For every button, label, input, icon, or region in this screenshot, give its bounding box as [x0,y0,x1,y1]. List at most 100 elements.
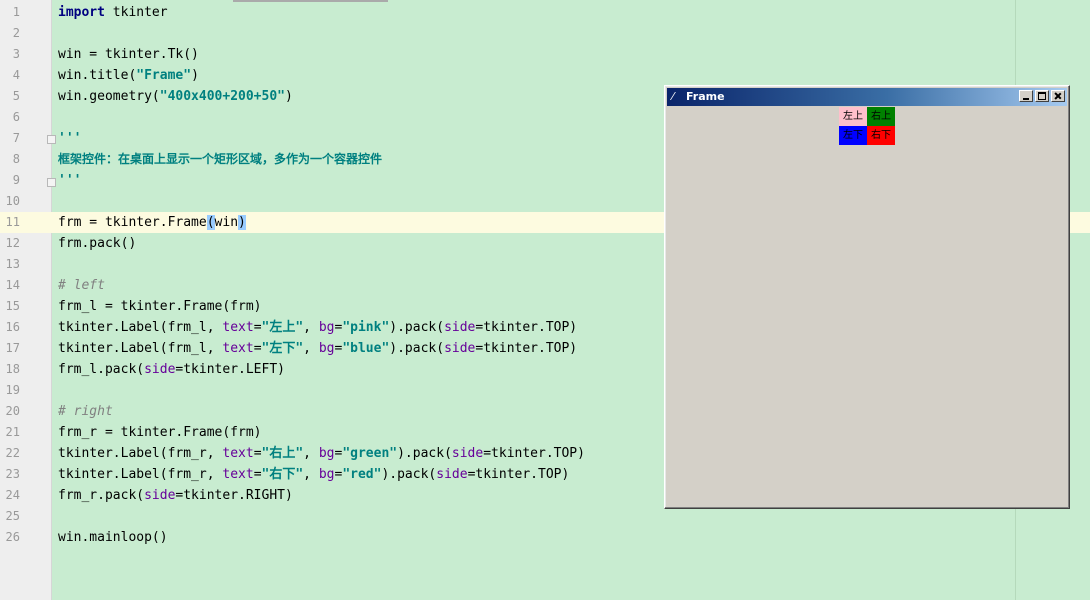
code-line-20: # right [58,404,113,419]
code-text: frm = tkinter.Frame [58,215,207,230]
code-line-17: tkinter.Label(frm_l, text="左下", bg="blue… [58,338,577,359]
line-number: 14 [5,278,20,292]
code-text: tkinter.Label(frm_r, [58,446,223,461]
line-number: 15 [5,299,20,313]
string: "green" [342,446,398,461]
code-text: =tkinter.TOP) [467,467,570,482]
maximize-button[interactable] [1035,90,1049,102]
line-number: 20 [5,404,20,418]
code-text: =tkinter.LEFT) [175,362,285,377]
line-number: 23 [5,467,20,481]
line-number: 12 [5,236,20,250]
code-line-3: win = tkinter.Tk() [58,47,199,62]
kwarg: side [436,467,468,482]
code-text: tkinter.Label(frm_l, [58,320,223,335]
kwarg: side [144,362,176,377]
line-number: 3 [12,47,20,61]
line-number: 5 [12,89,20,103]
fold-marker[interactable] [47,135,56,144]
minimize-button[interactable] [1019,90,1033,102]
kwarg: side [444,341,476,356]
tk-frame-window: ⁄ Frame 左上 左下 右上 右下 [664,85,1070,509]
code-text: ).pack( [397,446,452,461]
line-number: 19 [5,383,20,397]
code-line-26: win.mainloop() [58,530,168,545]
code-text: = [253,320,262,335]
code-text: ).pack( [381,467,437,482]
kwarg: text [222,341,254,356]
code-text: = [253,467,262,482]
code-text: , [303,446,319,461]
code-text: frm_r.pack( [58,488,145,503]
code-text: ).pack( [389,320,445,335]
kwarg: bg [318,446,335,461]
line-number: 25 [5,509,20,523]
label-top-right: 右上 [867,107,895,126]
string: "右上" [261,446,304,461]
line-number: 22 [5,446,20,460]
line-number: 26 [5,530,20,544]
string: "左下" [261,341,304,356]
label-bottom-right: 右下 [867,126,895,145]
code-text: win [214,215,239,230]
code-line-16: tkinter.Label(frm_l, text="左上", bg="pink… [58,317,577,338]
code-line-23: tkinter.Label(frm_r, text="右下", bg="red"… [58,464,569,485]
keyword: import [58,5,105,20]
code-text: frm_l.pack( [58,362,145,377]
kwarg: text [222,446,254,461]
code-line-21: frm_r = tkinter.Frame(frm) [58,425,262,440]
code-text: =tkinter.TOP) [475,341,578,356]
kwarg: side [451,446,484,461]
feather-icon: ⁄ [672,90,674,103]
code-line-24: frm_r.pack(side=tkinter.RIGHT) [58,485,293,506]
code-text: ) [284,89,293,104]
code-line-11: frm = tkinter.Frame(win) [58,212,246,233]
string: "pink" [342,320,390,335]
brace-match: ) [238,215,246,230]
line-number: 24 [5,488,20,502]
kwarg: bg [318,467,335,482]
fold-marker[interactable] [47,178,56,187]
code-text: =tkinter.RIGHT) [175,488,293,503]
string: "blue" [342,341,390,356]
code-line-7: ''' [58,131,82,146]
line-number: 21 [5,425,20,439]
code-text: = [253,446,262,461]
line-number: 8 [12,152,20,166]
kwarg: side [144,488,176,503]
code-line-9: ''' [58,173,82,188]
string: "左上" [261,320,304,335]
kwarg: text [222,320,254,335]
code-text: ).pack( [389,341,445,356]
code-text: , [303,320,319,335]
line-number: 16 [5,320,20,334]
code-line-1: import tkinter [58,2,168,23]
kwarg: text [222,467,254,482]
line-number: 1 [12,5,20,19]
code-text: =tkinter.TOP) [475,320,578,335]
string: "Frame" [136,68,192,83]
code-text: tkinter.Label(frm_r, [58,467,223,482]
code-text: , [303,341,319,356]
code-line-5: win.geometry("400x400+200+50") [58,86,293,107]
line-number: 13 [5,257,20,271]
close-button[interactable] [1051,90,1065,102]
code-text: tkinter [104,5,168,20]
window-titlebar[interactable]: ⁄ Frame [667,88,1067,106]
code-text: win.geometry( [58,89,160,104]
code-text: ) [191,68,199,83]
string: "400x400+200+50" [159,89,285,104]
code-line-22: tkinter.Label(frm_r, text="右上", bg="gree… [58,443,585,464]
code-line-15: frm_l = tkinter.Frame(frm) [58,299,262,314]
line-number: 9 [12,173,20,187]
kwarg: bg [318,341,335,356]
line-number: 6 [12,110,20,124]
code-text: , [303,467,319,482]
brace-match: ( [206,215,215,230]
code-text: = [253,341,262,356]
editor-tab-indicator [233,0,388,2]
code-line-8: 框架控件：在桌面上显示一个矩形区域，多作为一个容器控件 [58,152,383,166]
kwarg: bg [318,320,335,335]
line-number: 18 [5,362,20,376]
code-line-4: win.title("Frame") [58,65,199,86]
